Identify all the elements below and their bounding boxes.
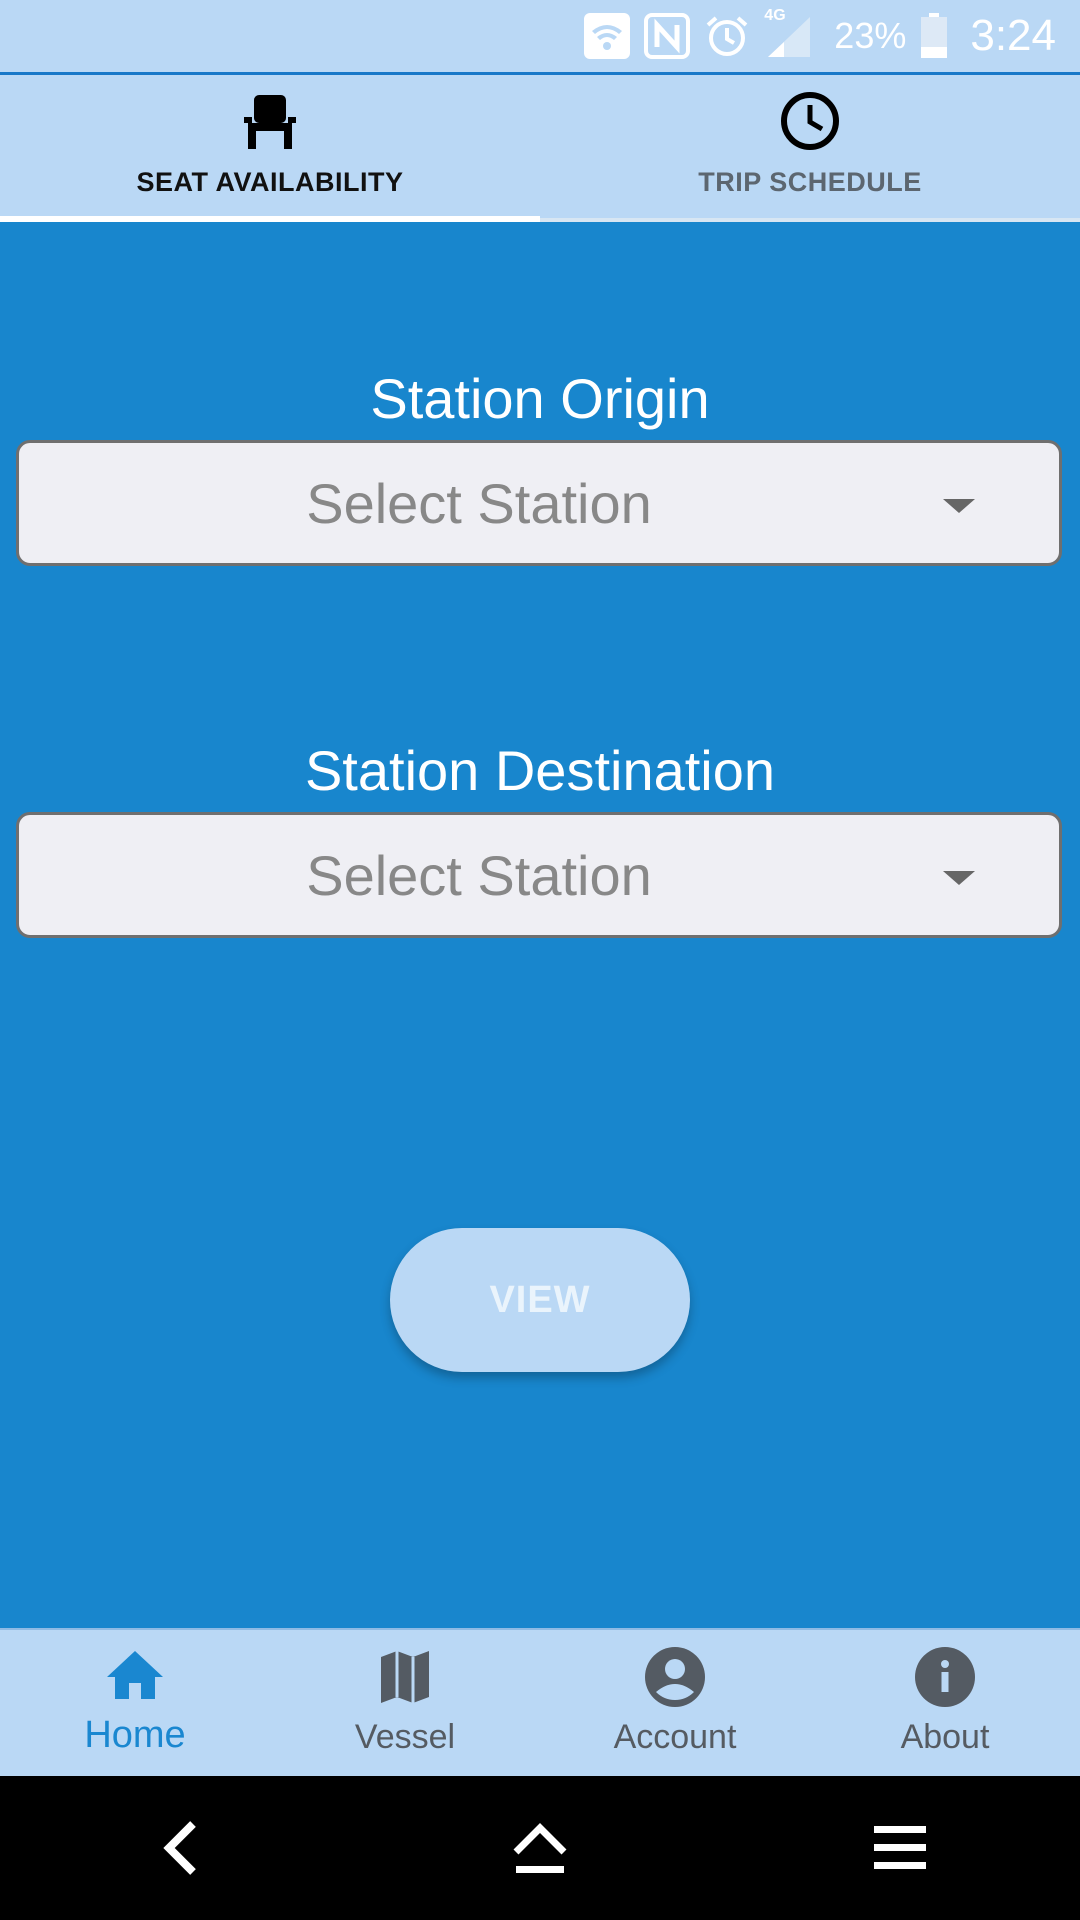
view-button[interactable]: VIEW [390,1228,690,1372]
menu-icon[interactable] [840,1788,960,1908]
destination-select[interactable]: Select Station [16,812,1062,938]
wifi-icon [584,13,631,59]
top-tab-bar: SEAT AVAILABILITY TRIP SCHEDULE [0,72,1080,222]
origin-select[interactable]: Select Station [16,440,1062,566]
back-icon[interactable] [120,1788,240,1908]
map-icon [372,1644,438,1710]
status-bar: 4G 23% 3:24 [0,0,1080,72]
signal-icon: 4G [764,7,814,59]
chevron-down-icon [943,871,975,885]
account-icon [642,1644,708,1710]
seat-icon [234,85,306,157]
info-icon [912,1644,978,1710]
nav-home-label: Home [84,1714,186,1756]
tab-trip-schedule[interactable]: TRIP SCHEDULE [540,75,1080,222]
nfc-icon [644,13,691,59]
system-navigation-bar [0,1776,1080,1920]
origin-label: Station Origin [370,367,710,430]
tab-seat-availability-label: SEAT AVAILABILITY [136,167,404,197]
status-time: 3:24 [970,11,1056,60]
bottom-navigation: Home Vessel Account About [0,1628,1080,1776]
origin-select-value: Select Station [306,471,652,535]
tab-seat-availability[interactable]: SEAT AVAILABILITY [0,75,540,222]
nav-item-home[interactable]: Home [0,1630,270,1776]
home-icon [102,1644,168,1710]
nav-item-account[interactable]: Account [540,1630,810,1776]
nav-account-label: Account [613,1718,737,1756]
nav-vessel-label: Vessel [354,1718,456,1756]
battery-icon [920,13,948,59]
chevron-down-icon [943,499,975,513]
clock-icon [774,85,846,157]
tab-trip-schedule-label: TRIP SCHEDULE [698,167,922,197]
nav-item-vessel[interactable]: Vessel [270,1630,540,1776]
destination-select-value: Select Station [306,843,652,907]
nav-about-label: About [900,1718,990,1756]
home-nav-icon[interactable] [480,1788,600,1908]
nav-item-about[interactable]: About [810,1630,1080,1776]
battery-percent: 23% [834,15,907,56]
network-type: 4G [764,7,786,24]
destination-label: Station Destination [304,739,776,802]
alarm-icon [704,13,750,59]
